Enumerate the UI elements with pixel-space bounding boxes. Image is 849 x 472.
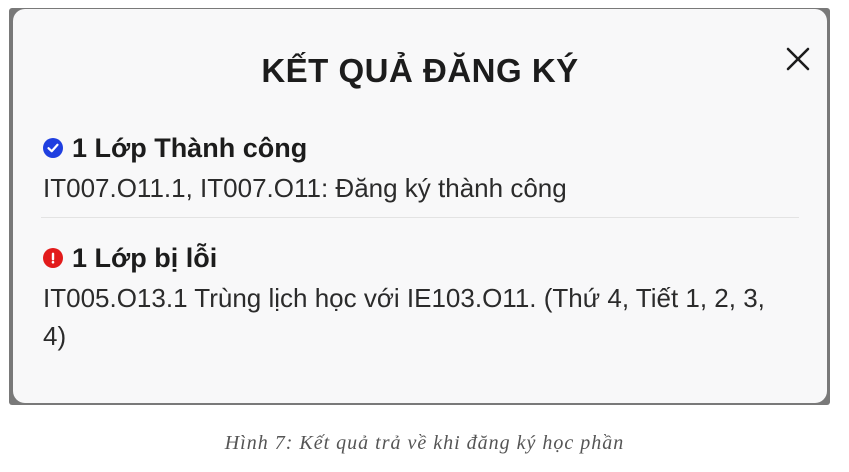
divider (41, 217, 799, 218)
close-button[interactable] (778, 39, 818, 79)
error-section: 1 Lớp bị lỗi IT005.O13.1 Trùng lịch học … (43, 237, 799, 355)
dialog-title: KẾT QUẢ ĐĂNG KÝ (261, 52, 579, 89)
registration-result-dialog: KẾT QUẢ ĐĂNG KÝ 1 Lớp Thành công IT007.O… (13, 9, 827, 403)
check-circle-icon (43, 138, 63, 158)
close-icon (786, 47, 810, 71)
figure-caption: Hình 7: Kết quả trả về khi đăng ký học p… (224, 432, 625, 454)
exclamation-circle-icon (43, 248, 63, 268)
success-section: 1 Lớp Thành công IT007.O11.1, IT007.O11:… (43, 127, 799, 207)
error-detail: IT005.O13.1 Trùng lịch học với IE103.O11… (43, 283, 765, 351)
error-header: 1 Lớp bị lỗi (43, 237, 799, 279)
success-header: 1 Lớp Thành công (43, 127, 799, 169)
success-detail: IT007.O11.1, IT007.O11: Đăng ký thành cô… (43, 173, 567, 203)
error-title: 1 Lớp bị lỗi (72, 242, 218, 273)
success-title: 1 Lớp Thành công (72, 132, 308, 163)
